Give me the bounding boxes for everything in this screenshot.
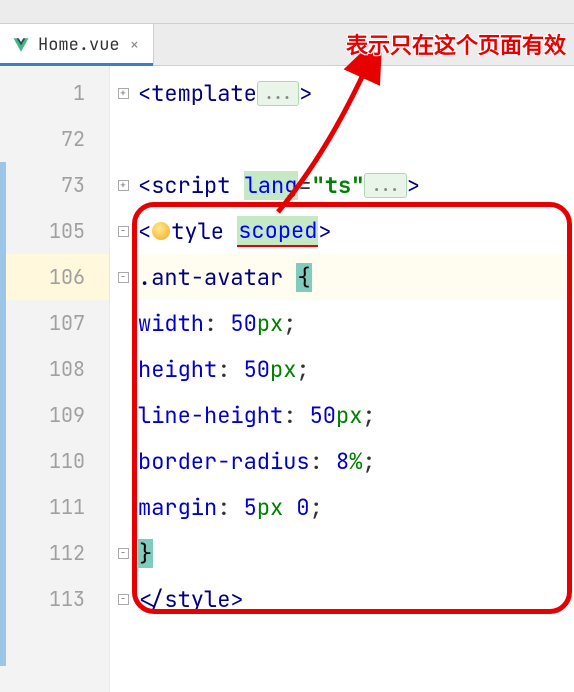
fold-spacer (110, 484, 136, 530)
code-line: margin: 5px 0; (136, 484, 574, 530)
fold-collapse-icon[interactable]: − (110, 208, 136, 254)
fold-expand-icon[interactable]: + (110, 162, 136, 208)
line-number: 106 (0, 254, 109, 300)
line-number: 1 (0, 70, 109, 116)
code-line: height: 50px; (136, 346, 574, 392)
fold-spacer (110, 116, 136, 162)
fold-expand-icon[interactable]: + (110, 70, 136, 116)
fold-spacer (110, 392, 136, 438)
code-line: line-height: 50px; (136, 392, 574, 438)
code-line (136, 116, 574, 162)
top-bar (0, 0, 574, 24)
code-area[interactable]: <template...> <script lang="ts"...> <tyl… (136, 66, 574, 692)
folded-region[interactable]: ... (257, 81, 299, 106)
code-line: } (136, 530, 574, 576)
fold-collapse-icon[interactable]: − (110, 530, 136, 576)
change-bar (0, 162, 6, 666)
line-number: 112 (0, 530, 109, 576)
line-number: 72 (0, 116, 109, 162)
fold-spacer (110, 300, 136, 346)
line-number: 73 (0, 162, 109, 208)
line-number: 110 (0, 438, 109, 484)
line-number: 111 (0, 484, 109, 530)
editor: 1 72 73 105 106 107 108 109 110 111 112 … (0, 66, 574, 692)
fold-collapse-icon[interactable]: − (110, 576, 136, 622)
folded-region[interactable]: ... (364, 173, 406, 198)
vue-icon (12, 36, 30, 54)
tab-home-vue[interactable]: Home.vue × (0, 24, 154, 65)
line-number: 113 (0, 576, 109, 622)
code-line: border-radius: 8%; (136, 438, 574, 484)
fold-collapse-icon[interactable]: − (110, 254, 136, 300)
tab-label: Home.vue (38, 34, 120, 56)
code-line: </style> (136, 576, 574, 622)
line-number: 105 (0, 208, 109, 254)
fold-spacer (110, 346, 136, 392)
code-line: <script lang="ts"...> (136, 162, 574, 208)
close-icon[interactable]: × (128, 34, 142, 55)
line-number: 108 (0, 346, 109, 392)
code-line: <template...> (136, 70, 574, 116)
fold-gutter: + + − − − − (110, 66, 136, 692)
fold-spacer (110, 438, 136, 484)
code-line: width: 50px; (136, 300, 574, 346)
line-gutter: 1 72 73 105 106 107 108 109 110 111 112 … (0, 66, 110, 692)
line-number: 107 (0, 300, 109, 346)
line-number: 109 (0, 392, 109, 438)
annotation-text: 表示只在这个页面有效 (346, 28, 566, 60)
code-line: <tyle scoped> (136, 208, 574, 254)
code-line: .ant-avatar { (136, 254, 574, 300)
lightbulb-icon[interactable] (152, 222, 170, 240)
